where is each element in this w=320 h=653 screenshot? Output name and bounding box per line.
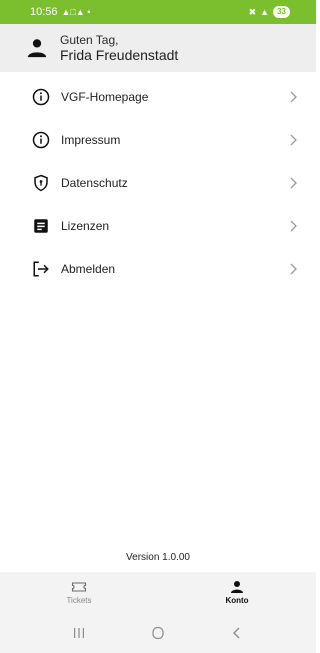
tab-label: Konto xyxy=(225,596,249,605)
back-icon xyxy=(232,627,240,639)
chevron-right-icon xyxy=(290,220,297,231)
status-left: 10:56 ▲□▲ • xyxy=(30,6,90,18)
chevron-right-icon xyxy=(290,134,297,145)
account-header: Guten Tag, Frida Freudenstadt xyxy=(0,24,316,72)
account-menu: VGF-Homepage Impressum Datenschutz Lizen… xyxy=(0,75,316,290)
signal-icon: ▲ xyxy=(260,6,270,17)
greeting: Guten Tag, Frida Freudenstadt xyxy=(60,33,178,63)
chevron-right-icon xyxy=(290,263,297,274)
chevron-right-icon xyxy=(290,91,297,102)
menu-item-label: VGF-Homepage xyxy=(61,89,149,104)
greeting-text: Guten Tag, xyxy=(60,33,119,47)
ticket-icon xyxy=(71,582,87,592)
home-icon xyxy=(152,626,164,640)
bottom-navigation: Tickets Konto xyxy=(0,572,316,613)
mute-icon: ✖ xyxy=(248,6,257,17)
person-icon xyxy=(231,581,243,593)
menu-item-label: Impressum xyxy=(61,132,121,147)
menu-item-label: Lizenzen xyxy=(61,218,110,233)
back-button[interactable] xyxy=(222,623,252,643)
logout-icon xyxy=(32,260,50,278)
system-navigation xyxy=(0,613,316,653)
menu-item-label: Abmelden xyxy=(61,261,116,276)
status-right: ✖ ▲ 33 xyxy=(249,6,290,18)
document-icon xyxy=(32,217,50,235)
app-version: Version 1.0.00 xyxy=(126,552,190,563)
menu-item-lizenzen[interactable]: Lizenzen xyxy=(0,204,316,247)
status-bar: 10:56 ▲□▲ • ✖ ▲ 33 xyxy=(0,0,316,24)
menu-item-datenschutz[interactable]: Datenschutz xyxy=(0,161,316,204)
info-circle-icon xyxy=(32,131,50,149)
menu-item-vgf-homepage[interactable]: VGF-Homepage xyxy=(0,75,316,118)
notification-icons: ▲□▲ • xyxy=(61,6,91,17)
status-time: 10:56 xyxy=(30,6,58,18)
home-button[interactable] xyxy=(143,623,173,643)
tab-label: Tickets xyxy=(66,596,92,605)
shield-icon xyxy=(32,174,50,192)
user-name: Frida Freudenstadt xyxy=(60,47,179,63)
recent-apps-icon xyxy=(74,628,85,638)
person-icon xyxy=(27,39,47,58)
menu-item-impressum[interactable]: Impressum xyxy=(0,118,316,161)
info-circle-icon xyxy=(32,88,50,106)
chevron-right-icon xyxy=(290,177,297,188)
menu-item-abmelden[interactable]: Abmelden xyxy=(0,247,316,290)
recent-apps-button[interactable] xyxy=(64,623,94,643)
tab-konto[interactable]: Konto xyxy=(158,572,316,613)
tab-tickets[interactable]: Tickets xyxy=(0,572,158,613)
menu-item-label: Datenschutz xyxy=(61,175,128,190)
battery-indicator: 33 xyxy=(273,6,290,18)
